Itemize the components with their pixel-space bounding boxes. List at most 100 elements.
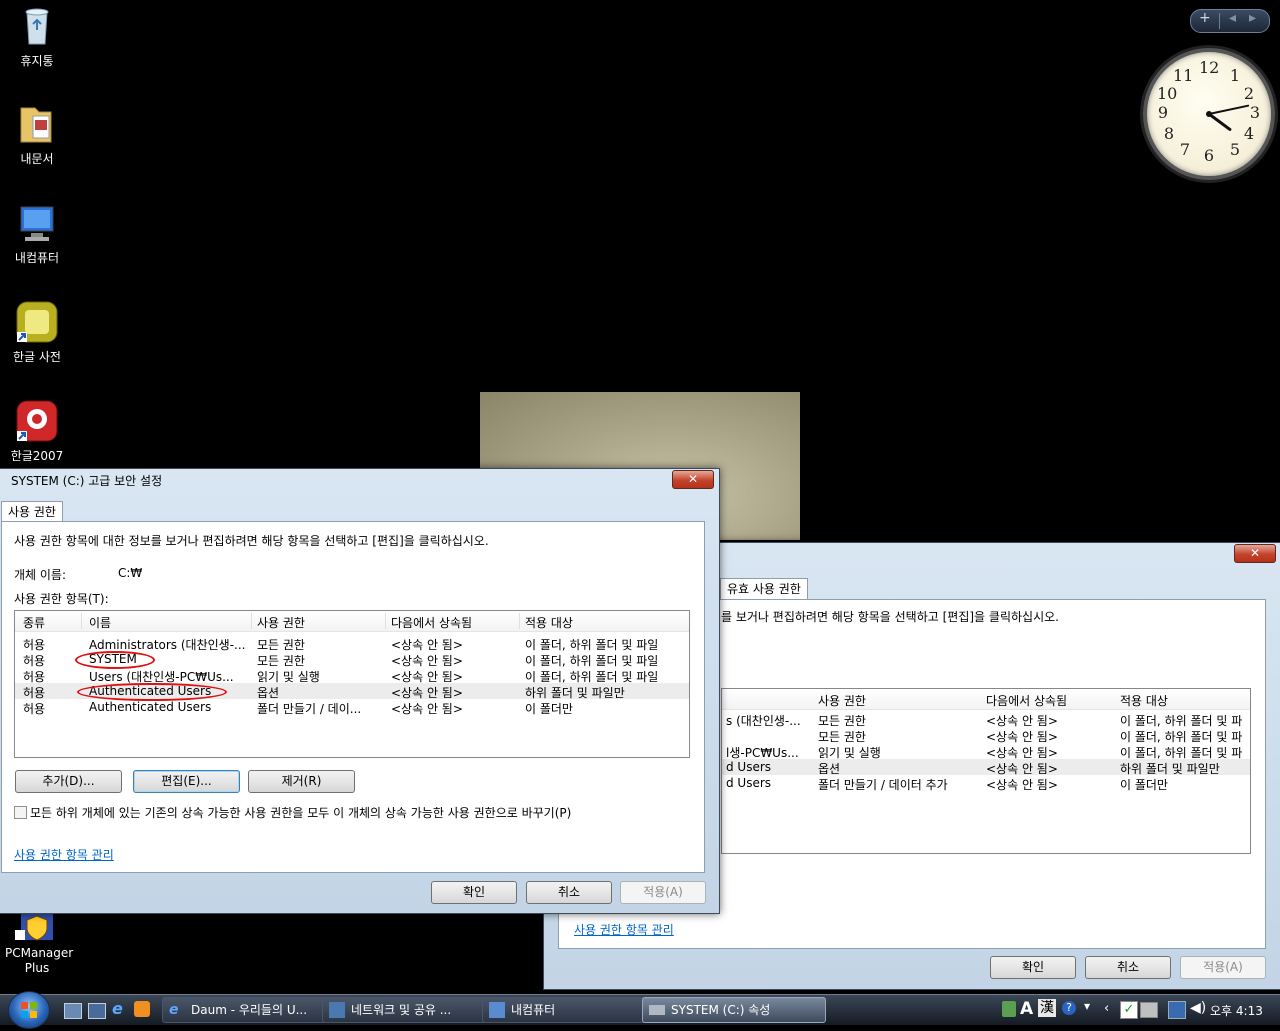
list-header: 종류 이름 사용 권한 다음에서 상속됨 적용 대상 — [15, 611, 689, 632]
media-player-icon[interactable] — [134, 1001, 150, 1017]
table-cell-inherited: <상속 안 됨> — [986, 778, 1058, 792]
desktop-icon-label: 내컴퓨터 — [14, 251, 60, 265]
close-button[interactable]: ✕ — [672, 470, 714, 489]
prev-gadget-button[interactable]: ◂ — [1229, 10, 1236, 26]
tray-app-icon[interactable] — [1140, 1002, 1158, 1018]
clock-gadget[interactable]: 12 1 2 3 4 5 6 7 8 9 10 11 — [1143, 48, 1275, 180]
column-divider[interactable] — [251, 613, 252, 629]
hangul-app-icon — [15, 399, 59, 443]
table-row[interactable]: d Users 폴더 만들기 / 데이터 추가 <상속 안 됨> 이 폴더만 — [722, 775, 1250, 792]
table-row[interactable]: l생-PC₩Us... 읽기 및 실행 <상속 안 됨> 이 폴더, 하위 폴더 및 … — [722, 743, 1250, 760]
ime-mode-icon[interactable]: A — [1020, 999, 1033, 1019]
column-header-name[interactable]: 이름 — [89, 614, 111, 631]
back-window-close-button[interactable]: ✕ — [1234, 544, 1276, 563]
show-desktop-icon[interactable] — [64, 1003, 82, 1019]
ok-button[interactable]: 확인 — [990, 956, 1076, 979]
window-titlebar[interactable]: SYSTEM (C:) 고급 보안 설정 — [0, 469, 719, 493]
edit-button[interactable]: 편집(E)... — [133, 770, 240, 793]
windows-logo-icon — [21, 1002, 37, 1018]
volume-icon[interactable]: ◀) — [1190, 1000, 1206, 1016]
column-header-inherited[interactable]: 다음에서 상속됨 — [391, 614, 472, 631]
column-divider[interactable] — [385, 613, 386, 629]
table-row[interactable]: 허용 Authenticated Users 폴더 만들기 / 데이... <상속 안… — [15, 699, 689, 716]
cancel-button[interactable]: 취소 — [1085, 956, 1171, 979]
replace-permissions-checkbox[interactable] — [14, 806, 27, 819]
column-header-applies[interactable]: 적용 대상 — [525, 614, 573, 631]
ok-button[interactable]: 확인 — [431, 881, 517, 904]
table-row[interactable]: 허용 Administrators (대찬인생-... 모든 권한 <상속 안 됨> 이… — [15, 635, 689, 652]
clock-time[interactable]: 오후 4:13 — [1210, 1002, 1263, 1019]
list-header: 사용 권한 다음에서 상속됨 적용 대상 — [722, 689, 1250, 710]
apply-button[interactable]: 적용(A) — [1180, 956, 1266, 979]
next-gadget-button[interactable]: ▸ — [1249, 10, 1256, 26]
remove-button[interactable]: 제거(R) — [248, 770, 355, 793]
add-button[interactable]: 추가(D)... — [15, 770, 122, 793]
taskbar-button-system-properties[interactable]: SYSTEM (C:) 속성 — [642, 997, 826, 1023]
instruction-text: 를 보거나 편집하려면 해당 항목을 선택하고 [편집]을 클릭하십시오. — [721, 610, 1059, 624]
entries-label: 사용 권한 항목(T): — [14, 592, 109, 606]
folder-icon — [15, 102, 59, 146]
taskbar: e e Daum - 우리들의 U... 네트워크 및 공유 ... 내컴퓨터 … — [0, 991, 1280, 1029]
system-tray: A 漢 ? ▾ ‹ ✓ ◀) 오후 4:13 — [998, 995, 1280, 1025]
dictionary-icon — [15, 300, 59, 344]
permission-entries-list[interactable]: 사용 권한 다음에서 상속됨 적용 대상 s (대찬인생-... 모든 권한 <상속… — [721, 688, 1251, 854]
hanja-icon[interactable]: 漢 — [1038, 999, 1056, 1017]
start-button[interactable] — [8, 991, 50, 1029]
permission-entries-list[interactable]: 종류 이름 사용 권한 다음에서 상속됨 적용 대상 허용 Administrat… — [14, 610, 690, 758]
replace-permissions-label[interactable]: 모든 하위 개체에 있는 기존의 상속 가능한 사용 권한을 모두 이 개체의 … — [30, 804, 571, 821]
column-divider[interactable] — [519, 613, 520, 629]
window-title: SYSTEM (C:) 고급 보안 설정 — [11, 474, 163, 488]
desktop-icon-documents[interactable]: 내문서 — [2, 102, 72, 167]
table-row[interactable]: d Users 옵션 <상속 안 됨> 하위 폴더 및 파일만 — [722, 759, 1250, 776]
desktop-icon-computer[interactable]: 내컴퓨터 — [2, 201, 72, 266]
taskbar-button-computer[interactable]: 내컴퓨터 — [482, 997, 666, 1023]
column-header[interactable]: 적용 대상 — [1120, 692, 1168, 709]
desktop-icon-pcmanager[interactable]: PCManager Plus — [2, 912, 74, 976]
table-cell-applies: 이 폴더만 — [1120, 778, 1168, 792]
table-cell-perm: 폴더 만들기 / 데이... — [257, 702, 362, 716]
sidebar-gadget-controls: + ◂ ▸ — [1190, 9, 1270, 33]
options-icon[interactable]: ▾ — [1084, 999, 1090, 1013]
internet-explorer-icon[interactable]: e — [112, 1001, 128, 1017]
advanced-security-dialog[interactable]: SYSTEM (C:) 고급 보안 설정 ✕ 사용 권한 사용 권한 항목에 대… — [0, 468, 720, 914]
recycle-bin-icon — [15, 4, 59, 48]
security-check-icon[interactable]: ✓ — [1120, 1001, 1138, 1019]
desktop-icon-hangul-dictionary[interactable]: 한글 사전 — [2, 300, 72, 365]
language-bar-icon[interactable] — [1002, 1001, 1016, 1017]
taskbar-button-label: Daum - 우리들의 U... — [191, 1003, 308, 1017]
manage-permissions-link[interactable]: 사용 권한 항목 관리 — [574, 921, 674, 938]
switch-windows-icon[interactable] — [88, 1003, 106, 1019]
tray-expand-icon[interactable]: ‹ — [1104, 1001, 1109, 1016]
table-row[interactable]: 허용 Users (대찬인생-PC₩Us... 읽기 및 실행 <상속 안 됨> 이 폴… — [15, 667, 689, 684]
network-tray-icon[interactable] — [1168, 1001, 1186, 1019]
help-icon[interactable]: ? — [1062, 1001, 1076, 1015]
network-icon — [329, 1002, 345, 1018]
drive-icon — [649, 1005, 665, 1015]
column-header-type[interactable]: 종류 — [23, 614, 45, 631]
ie-page-icon: e — [169, 1002, 179, 1018]
desktop-icon-label: PCManager Plus — [5, 946, 74, 975]
annotation-circle-system — [75, 651, 155, 669]
taskbar-button-network[interactable]: 네트워크 및 공유 ... — [322, 997, 506, 1023]
manage-permissions-link[interactable]: 사용 권한 항목 관리 — [14, 846, 114, 863]
object-name-label: 개체 이름: — [14, 568, 67, 582]
column-header[interactable]: 사용 권한 — [818, 692, 866, 709]
table-cell-type: 허용 — [23, 702, 46, 716]
tab-effective-permissions[interactable]: 유효 사용 권한 — [720, 578, 808, 599]
table-row[interactable]: 모든 권한 <상속 안 됨> 이 폴더, 하위 폴더 및 파 — [722, 727, 1250, 744]
tab-permissions[interactable]: 사용 권한 — [1, 501, 63, 522]
clock-hands — [1206, 104, 1250, 131]
add-gadget-button[interactable]: + — [1199, 10, 1211, 26]
computer-icon — [15, 201, 59, 245]
desktop-icon-hangul2007[interactable]: 한글2007 — [2, 399, 72, 464]
table-cell-perm: 폴더 만들기 / 데이터 추가 — [818, 778, 948, 792]
table-row[interactable]: s (대찬인생-... 모든 권한 <상속 안 됨> 이 폴더, 하위 폴더 및 파 — [722, 711, 1250, 728]
pcmanager-icon — [15, 912, 59, 942]
taskbar-button-daum[interactable]: e Daum - 우리들의 U... — [162, 997, 346, 1023]
cancel-button[interactable]: 취소 — [526, 881, 612, 904]
column-header[interactable]: 다음에서 상속됨 — [986, 692, 1067, 709]
desktop-icon-recycle-bin[interactable]: 휴지통 — [2, 4, 72, 69]
column-header-permission[interactable]: 사용 권한 — [257, 614, 305, 631]
column-divider[interactable] — [81, 613, 82, 629]
apply-button[interactable]: 적용(A) — [620, 881, 706, 904]
